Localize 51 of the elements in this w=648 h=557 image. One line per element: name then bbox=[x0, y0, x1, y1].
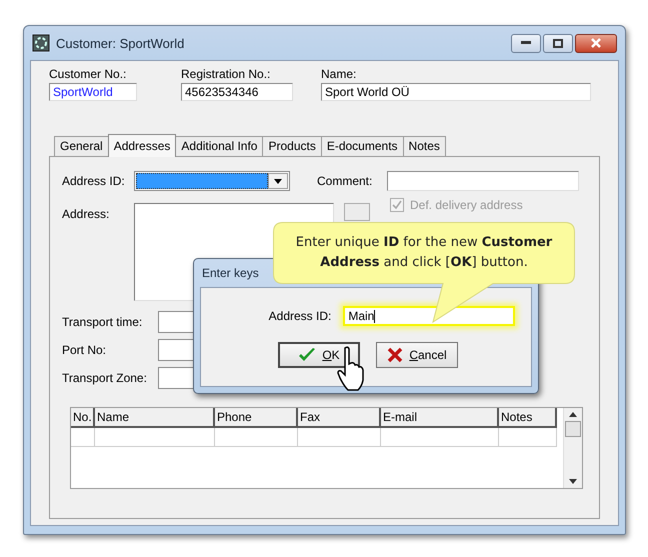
column-header[interactable]: Phone bbox=[215, 408, 298, 428]
comment-field[interactable] bbox=[387, 171, 579, 191]
scrollbar[interactable] bbox=[563, 408, 582, 488]
maximize-icon bbox=[553, 38, 563, 48]
scroll-down-icon[interactable] bbox=[569, 479, 577, 484]
cross-icon bbox=[387, 347, 404, 363]
app-icon bbox=[32, 34, 50, 52]
table-cell bbox=[499, 428, 557, 447]
field-label: Transport Zone: bbox=[62, 371, 148, 385]
field-label: Address ID: bbox=[62, 174, 126, 188]
field-label: Port No: bbox=[62, 343, 108, 357]
field-label: Comment: bbox=[317, 174, 374, 188]
cancel-button[interactable]: Cancel bbox=[376, 342, 458, 368]
tab[interactable]: Additional Info bbox=[175, 136, 264, 156]
scroll-up-icon[interactable] bbox=[569, 412, 577, 417]
minimize-button[interactable] bbox=[511, 34, 541, 52]
column-header[interactable]: No. bbox=[71, 408, 95, 428]
field-label: Customer No.: bbox=[49, 67, 128, 81]
close-button[interactable] bbox=[575, 34, 617, 52]
tab[interactable]: Notes bbox=[402, 136, 446, 156]
callout-text: Enter unique ID for the new Customer Address and click [OK] button. bbox=[294, 234, 554, 272]
checkbox-label: Def. delivery address bbox=[410, 198, 523, 212]
dropdown-arrow-icon bbox=[274, 178, 282, 184]
address-id-dropdown[interactable] bbox=[134, 171, 290, 191]
checkbox[interactable] bbox=[390, 198, 404, 212]
window-title: Customer: SportWorld bbox=[56, 36, 186, 50]
tab[interactable]: Products bbox=[262, 136, 322, 156]
maximize-button[interactable] bbox=[543, 34, 573, 52]
column-header[interactable]: Fax bbox=[298, 408, 381, 428]
dialog-title: Enter keys bbox=[202, 266, 259, 280]
close-icon bbox=[590, 38, 602, 48]
ok-button[interactable]: OK bbox=[278, 342, 360, 368]
text-field[interactable]: Sport World OÜ bbox=[321, 83, 591, 101]
tab[interactable]: Addresses bbox=[108, 134, 176, 157]
text-field[interactable]: SportWorld bbox=[49, 83, 137, 101]
column-header[interactable]: E-mail bbox=[381, 408, 499, 428]
minimize-icon bbox=[521, 41, 531, 45]
tab[interactable]: General bbox=[54, 136, 109, 156]
tab[interactable]: E-documents bbox=[320, 136, 404, 156]
text-field[interactable]: 45623534346 bbox=[181, 83, 293, 101]
scrollbar-thumb[interactable] bbox=[565, 421, 581, 437]
field-label: Address ID: bbox=[268, 309, 332, 323]
column-header[interactable]: Name bbox=[95, 408, 215, 428]
field-label: Registration No.: bbox=[181, 67, 272, 81]
field-label: Address: bbox=[62, 207, 110, 221]
check-icon bbox=[298, 347, 316, 363]
table-cell bbox=[71, 428, 95, 447]
field-label: Transport time: bbox=[62, 315, 144, 329]
field-label: Name: bbox=[321, 67, 358, 81]
column-header[interactable]: Notes bbox=[499, 408, 557, 428]
address-id-field[interactable]: Main bbox=[343, 306, 516, 326]
